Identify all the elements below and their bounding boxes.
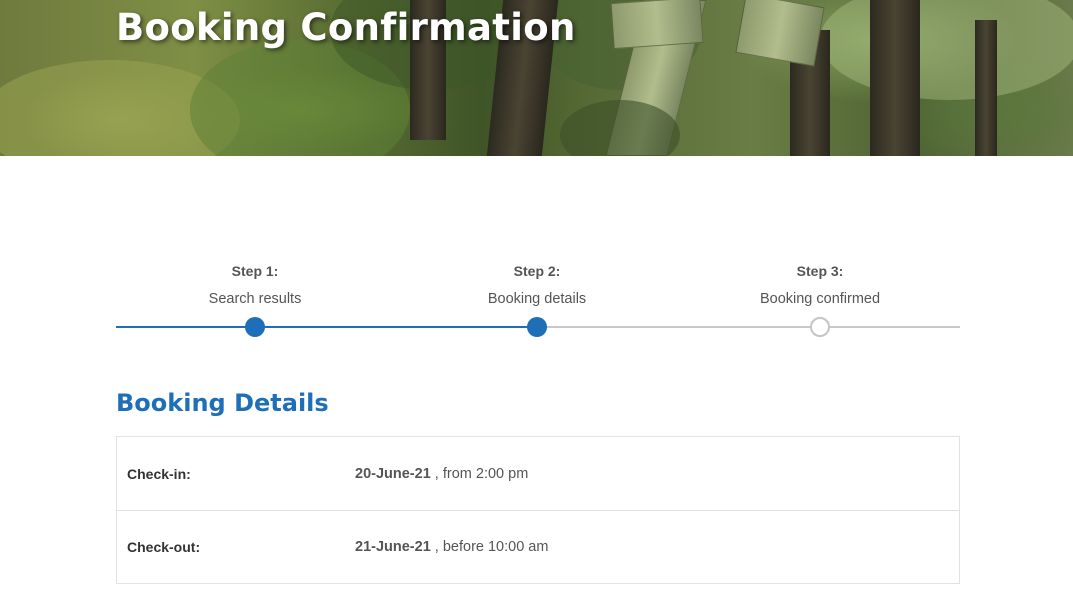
step-label: Search results (208, 291, 302, 307)
check-out-row: Check-out: 21-June-21 , before 10:00 am (117, 510, 959, 583)
check-out-label: Check-out: (127, 539, 201, 555)
check-in-label: Check-in: (127, 465, 191, 482)
booking-details-heading: Booking Details (116, 389, 329, 417)
step-title: Step 3: (796, 263, 844, 279)
check-in-date: 20-June-21 (355, 465, 431, 482)
step-booking-details: Step 2: Booking details (437, 255, 637, 309)
booking-details-table: Check-in: 20-June-21 , from 2:00 pm Chec… (116, 436, 960, 584)
check-in-value: 20-June-21 , from 2:00 pm (355, 466, 528, 482)
check-out-date: 21-June-21 (355, 539, 431, 555)
booking-progress: Step 1: Search results Step 2: Booking d… (116, 255, 960, 345)
step-1-indicator (245, 317, 265, 337)
step-label: Booking confirmed (759, 291, 881, 307)
page-title: Booking Confirmation (116, 6, 576, 49)
step-booking-confirmed: Step 3: Booking confirmed (720, 255, 920, 309)
step-2-indicator (527, 317, 547, 337)
check-out-value: 21-June-21 , before 10:00 am (355, 539, 548, 555)
step-search-results: Step 1: Search results (155, 255, 355, 309)
hero-banner: Booking Confirmation (0, 0, 1073, 156)
check-in-row: Check-in: 20-June-21 , from 2:00 pm (117, 437, 959, 510)
step-title: Step 1: (231, 263, 279, 279)
check-in-time: , from 2:00 pm (434, 465, 529, 482)
step-3-indicator (810, 317, 830, 337)
progress-track-complete (116, 326, 537, 328)
step-label: Booking details (487, 291, 587, 307)
check-out-time: , before 10:00 am (434, 539, 549, 555)
step-title: Step 2: (513, 263, 561, 279)
progress-track-pending (537, 326, 960, 328)
